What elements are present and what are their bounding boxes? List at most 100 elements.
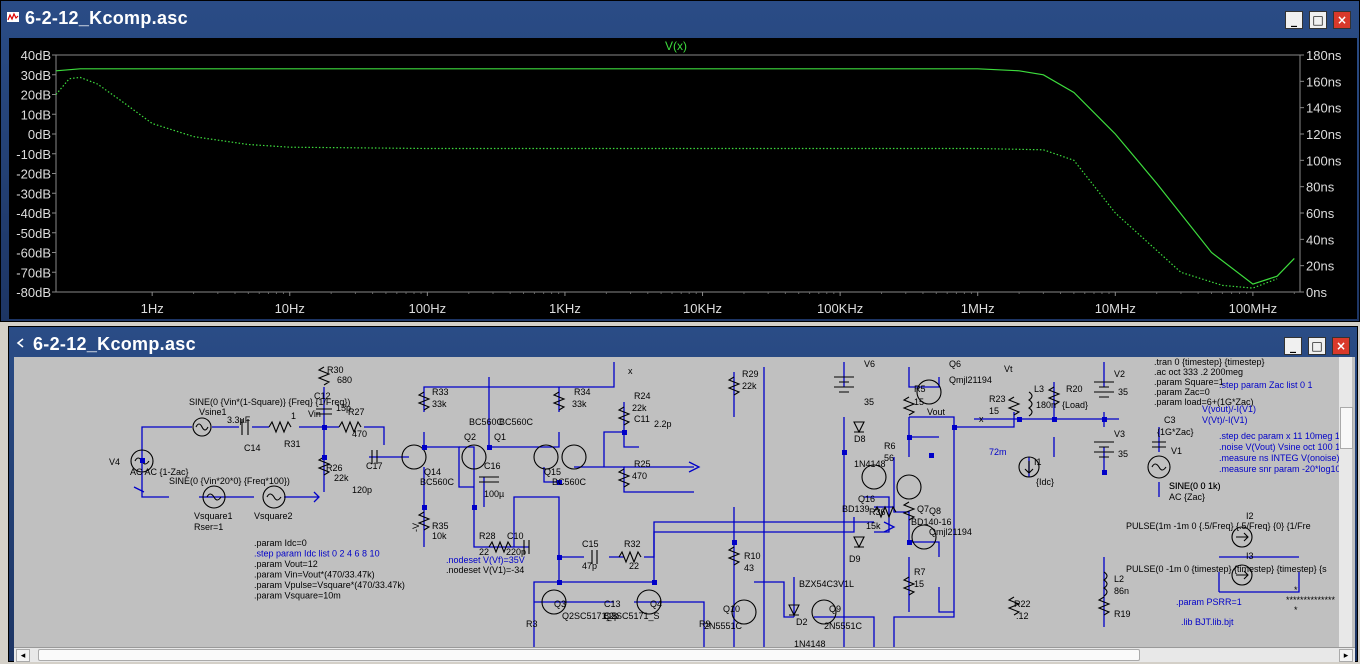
component-ref[interactable]: R19 bbox=[1114, 609, 1131, 619]
component-value[interactable]: 35 bbox=[1118, 387, 1128, 397]
component-value[interactable]: 22k bbox=[334, 473, 349, 483]
net-label-x[interactable]: x bbox=[979, 414, 984, 424]
group-delay-trace[interactable] bbox=[55, 76, 1278, 289]
component-value[interactable]: 86n bbox=[1114, 586, 1129, 596]
component-value[interactable]: 15 bbox=[989, 406, 999, 416]
component-ref[interactable]: V3 bbox=[1114, 429, 1125, 439]
component-ref[interactable]: D8 bbox=[854, 434, 866, 444]
component-ref[interactable]: V4 bbox=[109, 457, 120, 467]
component-ref[interactable]: C11 bbox=[634, 414, 650, 424]
component-value[interactable]: 33k bbox=[432, 399, 447, 409]
close-button[interactable]: × bbox=[1332, 337, 1350, 355]
component-ref[interactable]: R3 bbox=[526, 619, 538, 629]
component-ref[interactable]: C15 bbox=[582, 539, 599, 549]
component-ref[interactable]: R28 bbox=[479, 531, 496, 541]
component-ref[interactable]: R26 bbox=[326, 463, 343, 473]
minimize-button[interactable]: _ bbox=[1284, 337, 1302, 355]
component-value[interactable]: Qmjl21194 bbox=[949, 375, 992, 385]
component-value[interactable]: 35 bbox=[1118, 449, 1128, 459]
nodeset-vf[interactable]: .nodeset V(Vf)=35V bbox=[446, 555, 525, 565]
component-value[interactable]: 22k bbox=[742, 381, 757, 391]
component-value[interactable]: 470 bbox=[352, 429, 367, 439]
component-value[interactable]: 33k bbox=[572, 399, 587, 409]
component-ref[interactable]: Vsine1 bbox=[199, 407, 227, 417]
trace-label[interactable]: V(x) bbox=[665, 39, 687, 53]
component-value[interactable]: BD139 bbox=[842, 504, 870, 514]
directive-line[interactable]: .step param Idc list 0 2 4 6 8 10 bbox=[254, 549, 380, 559]
component-value[interactable]: 15 bbox=[914, 397, 924, 407]
v1-ac-spec[interactable]: AC {Zac} bbox=[1169, 492, 1205, 502]
v1-spec[interactable]: SINE(0 0 1k) bbox=[1169, 481, 1221, 491]
directive-line[interactable]: .param Vin=Vout*(470/33.47k) bbox=[254, 570, 375, 580]
component-value[interactable]: {1G*Zac} bbox=[1157, 427, 1194, 437]
component-ref[interactable]: R36 bbox=[869, 507, 886, 517]
net-label-vt[interactable]: Vt bbox=[1004, 364, 1013, 374]
component-value[interactable]: BD140-16 bbox=[911, 517, 952, 527]
vsquare2-label[interactable]: Vsquare2 bbox=[254, 511, 293, 521]
component-ref[interactable]: R22 bbox=[1014, 599, 1031, 609]
component-value[interactable]: BC560C bbox=[552, 477, 587, 487]
component-ref[interactable]: Q7 bbox=[917, 504, 929, 514]
component-ref[interactable]: V2 bbox=[1114, 369, 1125, 379]
component-value[interactable]: 22 bbox=[629, 561, 639, 571]
component-value[interactable]: 1N4148 bbox=[794, 639, 826, 647]
i2-label[interactable]: I2 bbox=[1246, 511, 1254, 521]
component-ref[interactable]: R6 bbox=[884, 441, 896, 451]
directive-line[interactable]: .param Vsquare=10m bbox=[254, 591, 341, 601]
component-value[interactable]: 15k bbox=[866, 521, 881, 531]
component-ref[interactable]: R20 bbox=[1066, 384, 1083, 394]
directive-line[interactable]: V(vout)/-I(V1) bbox=[1202, 404, 1256, 414]
bode-chart[interactable]: 1Hz 10Hz 100Hz 1KHz 10KHz 100KHz 1MHz 10MHz 100M… bbox=[9, 38, 1357, 319]
component-ref[interactable]: V6 bbox=[864, 359, 875, 369]
component-value[interactable]: 15 bbox=[914, 579, 924, 589]
component-ref[interactable]: R23 bbox=[989, 394, 1006, 404]
component-ref[interactable]: C10 bbox=[507, 531, 524, 541]
component-ref[interactable]: R25 bbox=[634, 459, 651, 469]
component-ref[interactable]: Q9 bbox=[829, 604, 841, 614]
analysis-step-directives[interactable]: .step param Zac list 0 1 V(vout)/-I(V1)V(… bbox=[1202, 380, 1345, 474]
component-value[interactable]: 56 bbox=[884, 453, 894, 463]
component-ref[interactable]: D9 bbox=[849, 554, 861, 564]
spice-step-directives[interactable]: .step param Idc list 0 2 4 6 8 10 bbox=[254, 549, 380, 559]
component-ref[interactable]: R30 bbox=[327, 365, 344, 375]
component-value[interactable]: 180n bbox=[1036, 400, 1056, 410]
rser-label[interactable]: Rser=1 bbox=[194, 522, 223, 532]
directive-line[interactable]: .param Vout=12 bbox=[254, 559, 318, 569]
directive-line[interactable]: .param Zac=0 bbox=[1154, 387, 1210, 397]
component-ref[interactable]: R32 bbox=[624, 539, 641, 549]
component-value[interactable]: 22k bbox=[632, 403, 647, 413]
pulse-spec-2[interactable]: PULSE(0 -1m 0 {timestep} {timestep} {tim… bbox=[1126, 564, 1327, 574]
directive-line[interactable]: .param Square=1 bbox=[1154, 377, 1224, 387]
component-ref[interactable]: R9 bbox=[699, 619, 711, 629]
component-ref[interactable]: R29 bbox=[742, 369, 759, 379]
directive-line[interactable]: .noise V(Vout) Vsine oct 100 1 bbox=[1219, 442, 1340, 452]
component-ref[interactable]: C14 bbox=[244, 443, 261, 453]
net-label-x2[interactable]: x bbox=[628, 366, 633, 376]
magnitude-trace[interactable] bbox=[55, 68, 1295, 285]
component-ref[interactable]: R10 bbox=[744, 551, 761, 561]
component-ref[interactable]: Q4 bbox=[650, 599, 662, 609]
directive-line[interactable]: .step param Zac list 0 1 bbox=[1219, 380, 1313, 390]
directive-line[interactable]: .ac oct 333 .2 200meg bbox=[1154, 367, 1243, 377]
vertical-scrollbar[interactable] bbox=[1339, 357, 1353, 647]
component-ref[interactable]: R7 bbox=[914, 567, 926, 577]
component-value[interactable]: 2.2p bbox=[654, 419, 672, 429]
horizontal-scroll-thumb[interactable] bbox=[38, 649, 1140, 661]
schematic-canvas[interactable]: Vsine1 SINE(0 {Vin*(1-Square)} {Freq} {1/… bbox=[14, 357, 1355, 647]
vsquare-spec[interactable]: SINE(0 {Vin*20*0} {Freq*100}) bbox=[169, 476, 290, 486]
directive-line[interactable]: V(Vt)/-I(V1) bbox=[1202, 415, 1248, 425]
component-ref[interactable]: V1 bbox=[1171, 446, 1182, 456]
component-ref[interactable]: R33 bbox=[432, 387, 449, 397]
component-ref[interactable]: C13 bbox=[604, 599, 621, 609]
directive-line[interactable]: .measure ns INTEG V(onoise) bbox=[1219, 453, 1340, 463]
component-value[interactable]: BC560C bbox=[420, 477, 455, 487]
component-value[interactable]: 10k bbox=[432, 531, 447, 541]
component-ref[interactable]: Q10 bbox=[723, 604, 740, 614]
component-ref[interactable]: R31 bbox=[284, 439, 301, 449]
component-value[interactable]: 47p bbox=[582, 561, 597, 571]
maximize-button[interactable]: □ bbox=[1309, 11, 1327, 29]
annotation-72m[interactable]: 72m bbox=[989, 447, 1007, 457]
component-value[interactable]: 43 bbox=[744, 563, 754, 573]
component-ref[interactable]: Q15 bbox=[544, 467, 561, 477]
schematic-window-titlebar[interactable]: 6-2-12_Kcomp.asc _ □ × bbox=[9, 327, 1357, 359]
